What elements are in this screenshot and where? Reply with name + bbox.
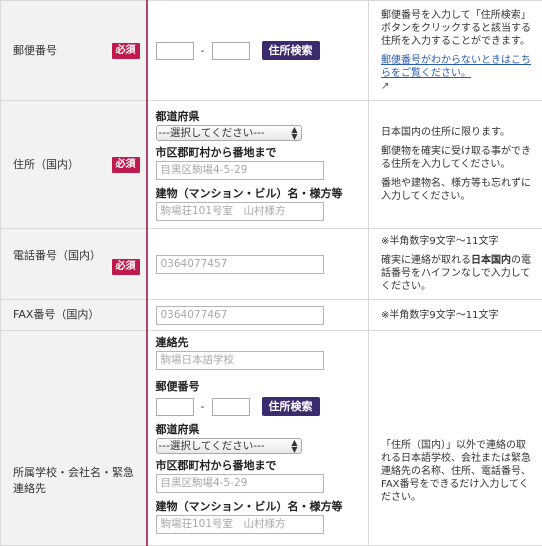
city-input[interactable]: 目黒区駒場4-5-29: [156, 161, 324, 180]
address-note-3: 番地や建物名、様方等も忘れずに入力してください。: [381, 177, 534, 203]
school-postal-first-input[interactable]: [156, 398, 194, 416]
fax-label-cell: FAX番号（国内）: [1, 300, 147, 331]
school-postal-group: - 住所検索: [156, 397, 361, 416]
contact-input[interactable]: 駒場日本語学校: [156, 351, 324, 370]
school-prefecture-select[interactable]: ---選択してください---▲▼: [156, 438, 302, 454]
school-row: 所属学校・会社名・緊急連絡先 連絡先 駒場日本語学校 郵便番号 - 住所検索 都道…: [1, 331, 542, 546]
school-label-cell: 所属学校・会社名・緊急連絡先: [1, 331, 147, 546]
registration-form: 郵便番号 必須 - 住所検索 郵便番号を入力して「住所検索」ボタンをクリックすると…: [0, 0, 542, 546]
postal-label: 郵便番号: [13, 44, 57, 57]
fax-row: FAX番号（国内） 0364077467 ※半角数字9文字〜11文字: [1, 300, 542, 331]
address-note-1: 日本国内の住所に限ります。: [381, 126, 534, 139]
postal-label-cell: 郵便番号 必須: [1, 1, 147, 101]
address-label-cell: 住所（国内） 必須: [1, 101, 147, 229]
phone-note-cell: ※半角数字9文字〜11文字 確実に連絡が取れる日本国内の電話番号をハイフンなしで…: [369, 229, 542, 300]
address-label: 住所（国内）: [13, 158, 79, 171]
fax-note: ※半角数字9文字〜11文字: [381, 309, 534, 322]
school-prefecture-label: 都道府県: [156, 422, 361, 438]
required-badge: 必須: [112, 43, 140, 59]
phone-note-1: ※半角数字9文字〜11文字: [381, 235, 534, 248]
school-input-cell: 連絡先 駒場日本語学校 郵便番号 - 住所検索 都道府県 ---選択してください-…: [147, 331, 369, 546]
postal-input-cell: - 住所検索: [147, 1, 369, 101]
school-city-label: 市区郡町村から番地まで: [156, 458, 361, 474]
fax-note-cell: ※半角数字9文字〜11文字: [369, 300, 542, 331]
school-postal-label: 郵便番号: [156, 379, 361, 395]
phone-input-cell: 0364077457: [147, 229, 369, 300]
required-badge: 必須: [112, 259, 140, 275]
postal-code-second-input[interactable]: [212, 42, 250, 60]
school-address-search-button[interactable]: 住所検索: [262, 397, 320, 416]
prefecture-select[interactable]: ---選択してください---▲▼: [156, 125, 302, 141]
building-input[interactable]: 駒場荘101号室 山村様方: [156, 202, 324, 221]
school-building-label: 建物（マンション・ビル）名・様方等: [156, 499, 361, 515]
city-label: 市区郡町村から番地まで: [156, 145, 361, 161]
postal-dash: -: [194, 44, 212, 57]
school-note: 「住所（国内）」以外で連絡の取れる日本語学校、会社または緊急連絡先の名称、住所、…: [381, 439, 534, 504]
building-label: 建物（マンション・ビル）名・様方等: [156, 186, 361, 202]
school-building-input[interactable]: 駒場荘101号室 山村様方: [156, 515, 324, 534]
phone-label: 電話番号（国内）: [13, 249, 101, 262]
prefecture-label: 都道府県: [156, 109, 361, 125]
address-note-2: 郵便物を確実に受け取る事ができる住所を入力してください。: [381, 145, 534, 171]
phone-row: 電話番号（国内） 必須 0364077457 ※半角数字9文字〜11文字 確実に…: [1, 229, 542, 300]
school-note-cell: 「住所（国内）」以外で連絡の取れる日本語学校、会社または緊急連絡先の名称、住所、…: [369, 331, 542, 546]
postal-lookup-link[interactable]: 郵便番号がわからないときはこちらをご覧ください。: [381, 55, 531, 79]
external-link-icon: ↗: [381, 80, 534, 93]
phone-input[interactable]: 0364077457: [156, 255, 324, 274]
required-badge: 必須: [112, 157, 140, 173]
select-arrows-icon: ▲▼: [291, 439, 297, 453]
phone-note-2: 確実に連絡が取れる日本国内の電話番号をハイフンなしで入力してください。: [381, 254, 534, 293]
school-label: 所属学校・会社名・緊急連絡先: [13, 466, 134, 495]
postal-code-first-input[interactable]: [156, 42, 194, 60]
school-postal-dash: -: [194, 400, 212, 413]
fax-input-cell: 0364077467: [147, 300, 369, 331]
address-input-cell: 都道府県 ---選択してください---▲▼ 市区郡町村から番地まで 目黒区駒場4…: [147, 101, 369, 229]
address-row: 住所（国内） 必須 都道府県 ---選択してください---▲▼ 市区郡町村から番…: [1, 101, 542, 229]
fax-input[interactable]: 0364077467: [156, 306, 324, 325]
phone-label-cell: 電話番号（国内） 必須: [1, 229, 147, 300]
school-postal-second-input[interactable]: [212, 398, 250, 416]
fax-label: FAX番号（国内）: [13, 308, 99, 321]
postal-row: 郵便番号 必須 - 住所検索 郵便番号を入力して「住所検索」ボタンをクリックすると…: [1, 1, 542, 101]
postal-note: 郵便番号を入力して「住所検索」ボタンをクリックすると該当する住所を入力することが…: [381, 9, 534, 48]
postal-note-cell: 郵便番号を入力して「住所検索」ボタンをクリックすると該当する住所を入力することが…: [369, 1, 542, 101]
select-arrows-icon: ▲▼: [291, 126, 297, 140]
school-city-input[interactable]: 目黒区駒場4-5-29: [156, 474, 324, 493]
address-note-cell: 日本国内の住所に限ります。 郵便物を確実に受け取る事ができる住所を入力してくださ…: [369, 101, 542, 229]
contact-label: 連絡先: [156, 335, 361, 351]
address-search-button[interactable]: 住所検索: [262, 41, 320, 60]
